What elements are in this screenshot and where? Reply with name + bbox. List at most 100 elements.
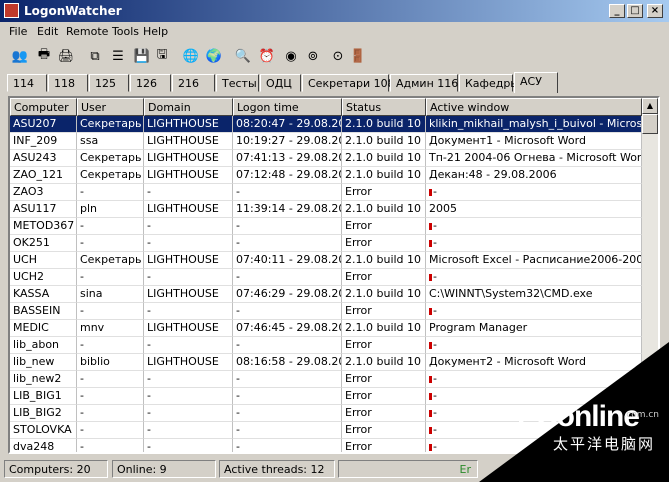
table-row[interactable]: MEDIC mnv LIGHTHOUSE 07:46:45 - 29.08.2006 2… <box>10 320 642 337</box>
cell-text: 07:40:11 - 29.08.2006 <box>236 253 341 266</box>
tab-0[interactable]: 114 <box>7 74 47 92</box>
table-cell-active-window: Декан:48 - 29.08.2006 <box>426 167 642 184</box>
table-cell-domain: - <box>144 405 233 422</box>
table-cell-logon-time: - <box>233 439 342 453</box>
cell-text: - <box>236 440 240 453</box>
cell-text: - <box>147 219 151 232</box>
cell-text: LIGHTHOUSE <box>147 202 219 215</box>
table-row[interactable]: ASU207 Секретарь LIGHTHOUSE 08:20:47 - 29.0… <box>10 116 642 133</box>
table-cell-user: - <box>77 388 144 405</box>
tab-4[interactable]: 216 <box>172 74 215 92</box>
cell-text: ASU117 <box>13 202 57 215</box>
tab-3[interactable]: 126 <box>130 74 171 92</box>
alarm-clock-icon[interactable]: ⏰ <box>257 46 277 66</box>
cell-text: INF_209 <box>13 134 58 147</box>
column-header-computer[interactable]: Computer <box>10 98 77 116</box>
cell-text: UCH <box>13 253 38 266</box>
save-as-icon[interactable]: 🖫 <box>152 46 172 66</box>
column-header-domain[interactable]: Domain <box>144 98 233 116</box>
green-record-icon[interactable]: ⊚ <box>303 46 323 66</box>
tab-10[interactable]: АСУ <box>514 72 558 93</box>
table-cell-logon-time: - <box>233 269 342 286</box>
watermark-logo: PConline <box>516 400 640 433</box>
menu-remote-tools[interactable]: Remote Tools <box>66 25 139 38</box>
green-circle-icon[interactable]: ◉ <box>281 46 301 66</box>
red-record-icon[interactable]: ⊙ <box>328 46 348 66</box>
scroll-thumb[interactable] <box>642 114 658 134</box>
tab-7[interactable]: Секретари 108 <box>302 74 395 92</box>
cell-text: Error <box>345 236 372 249</box>
cell-text: 07:46:29 - 29.08.2006 <box>236 287 341 300</box>
users-icon[interactable]: 👥 <box>10 46 30 66</box>
cell-text: - <box>147 236 151 249</box>
minimize-button[interactable]: _ <box>609 4 625 18</box>
exit-door-icon[interactable]: 🚪 <box>348 46 368 66</box>
copy-icon[interactable]: ⧉ <box>85 46 105 66</box>
maximize-button[interactable]: □ <box>627 4 643 18</box>
table-row[interactable]: BASSEIN - - - Error - <box>10 303 642 320</box>
column-header-user[interactable]: User <box>77 98 144 116</box>
table-cell-computer: BASSEIN <box>10 303 77 320</box>
error-marker-icon <box>429 426 432 434</box>
save-icon[interactable]: 💾 <box>132 46 152 66</box>
menu-help[interactable]: Help <box>143 25 168 38</box>
table-row[interactable]: ZAO3 - - - Error - <box>10 184 642 201</box>
cell-text: - <box>80 372 84 385</box>
column-header-status[interactable]: Status <box>342 98 426 116</box>
close-button[interactable]: × <box>647 4 663 18</box>
cell-text: STOLOVKA <box>13 423 72 436</box>
table-row[interactable]: ASU243 Секретарь LIGHTHOUSE 07:41:13 - 29.0… <box>10 150 642 167</box>
cell-text: LIGHTHOUSE <box>147 287 219 300</box>
table-row[interactable]: UCH2 - - - Error - <box>10 269 642 286</box>
cell-text: Секретарь <box>80 168 142 181</box>
error-marker-icon <box>429 409 432 417</box>
cell-text: 2.1.0 build 10 <box>345 321 422 334</box>
cell-text: - <box>147 406 151 419</box>
table-row[interactable]: OK251 - - - Error - <box>10 235 642 252</box>
table-row[interactable]: METOD367- - - Error - <box>10 218 642 235</box>
column-header-active-window[interactable]: Active window <box>426 98 642 116</box>
table-cell-user: mnv <box>77 320 144 337</box>
tab-1[interactable]: 118 <box>48 74 88 92</box>
table-cell-status: Error <box>342 218 426 235</box>
status-threads: Active threads: 12 <box>219 460 335 478</box>
tab-2[interactable]: 125 <box>89 74 129 92</box>
printer-setup-icon[interactable]: 🖨 <box>56 46 76 66</box>
tab-strip: 114 118 125 126 216 Тесты ОДЦ Секретари 108 Адми… <box>0 72 669 94</box>
tab-9[interactable]: Кафедры <box>459 74 519 92</box>
error-marker-icon <box>429 341 432 349</box>
tab-5[interactable]: Тесты <box>216 74 259 92</box>
cell-text: - <box>147 389 151 402</box>
search-icon[interactable]: 🔍 <box>233 46 253 66</box>
table-cell-logon-time: 07:46:45 - 29.08.2006 <box>233 320 342 337</box>
table-row[interactable]: ZAO_121 Секретарь LIGHTHOUSE 07:12:48 - 29.… <box>10 167 642 184</box>
title-bar[interactable]: LogonWatcher _ □ × <box>0 0 669 22</box>
cell-text: LIGHTHOUSE <box>147 355 219 368</box>
table-cell-computer: ASU207 <box>10 116 77 133</box>
table-cell-status: Error <box>342 303 426 320</box>
tab-6[interactable]: ОДЦ <box>260 74 301 92</box>
cell-text: 08:20:47 - 29.08.2006 <box>236 117 341 130</box>
tab-8[interactable]: Админ 116 <box>390 74 458 92</box>
table-row[interactable]: ASU117 pln LIGHTHOUSE 11:39:14 - 29.08.2006… <box>10 201 642 218</box>
table-row[interactable]: KASSA sina LIGHTHOUSE 07:46:29 - 29.08.2006… <box>10 286 642 303</box>
table-cell-user: pln <box>77 201 144 218</box>
menu-file[interactable]: File <box>9 25 27 38</box>
app-icon[interactable] <box>4 3 19 18</box>
cell-text: 07:41:13 - 29.08.2006 <box>236 151 341 164</box>
table-cell-user: - <box>77 218 144 235</box>
printer-icon[interactable]: 🖶 <box>34 46 54 66</box>
table-row[interactable]: INF_209 ssa LIGHTHOUSE 10:19:27 - 29.08.200… <box>10 133 642 150</box>
table-cell-domain: LIGHTHOUSE <box>144 116 233 133</box>
globe-icon[interactable]: 🌐 <box>181 46 201 66</box>
list-icon[interactable]: ☰ <box>108 46 128 66</box>
table-row[interactable]: UCH Секретарь LIGHTHOUSE 07:40:11 - 29.08.2… <box>10 252 642 269</box>
table-cell-computer: lib_abon <box>10 337 77 354</box>
table-cell-domain: - <box>144 218 233 235</box>
globe-refresh-icon[interactable]: 🌍 <box>204 46 224 66</box>
column-header-logon-time[interactable]: Logon time <box>233 98 342 116</box>
scroll-up-button[interactable]: ▲ <box>642 98 658 114</box>
table-cell-logon-time: - <box>233 405 342 422</box>
menu-edit[interactable]: Edit <box>37 25 58 38</box>
cell-text: - <box>433 304 437 317</box>
